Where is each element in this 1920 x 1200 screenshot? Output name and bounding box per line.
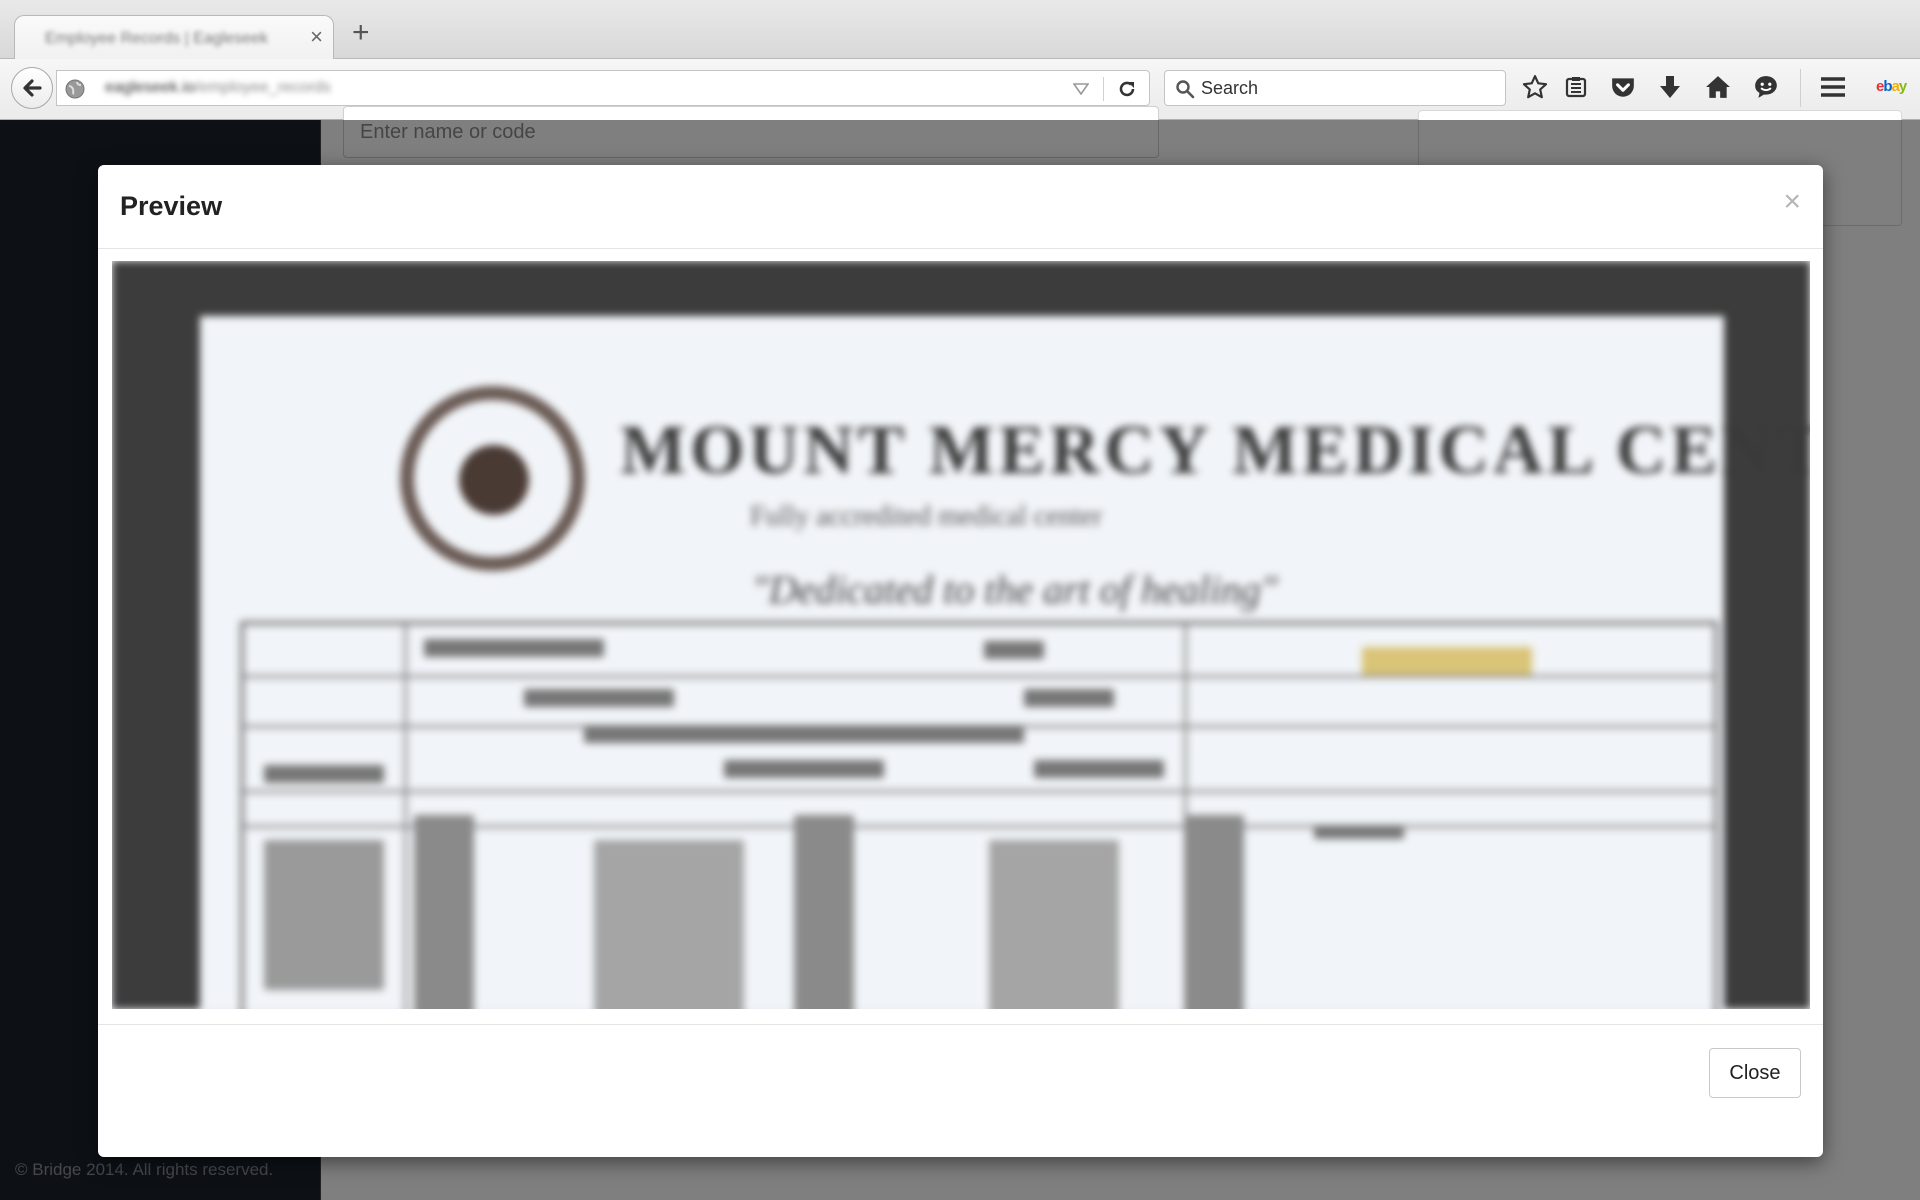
bookmark-star-icon[interactable]	[1519, 71, 1551, 103]
tab-close-icon[interactable]: ×	[310, 24, 323, 50]
viewer-toolbar	[112, 261, 1810, 316]
table-cell-text	[984, 641, 1044, 659]
address-bar[interactable]: eagleseek.io/employee_records	[56, 70, 1150, 106]
document-preview-image: MOUNT MERCY MEDICAL CENTER Fully accredi…	[112, 261, 1810, 1009]
browser-search-bar[interactable]	[1164, 70, 1506, 106]
certificate-table	[240, 621, 1718, 1009]
browser-tab-active[interactable]: Employee Records | Eagleseek ×	[14, 15, 334, 59]
certificate-motto: "Dedicated to the art of healing"	[752, 567, 1278, 612]
table-cell-text	[1314, 825, 1404, 839]
certificate-seal	[400, 386, 585, 571]
menu-icon[interactable]	[1817, 71, 1849, 103]
table-column-block	[1184, 815, 1244, 1009]
reading-list-icon[interactable]	[1560, 71, 1592, 103]
table-rule	[244, 790, 1714, 793]
tab-title: Employee Records | Eagleseek	[45, 30, 268, 47]
url-host: eagleseek.io	[105, 79, 195, 96]
certificate-heading: MOUNT MERCY MEDICAL CENTER	[620, 412, 1810, 489]
pocket-icon[interactable]	[1607, 71, 1639, 103]
dropdown-icon[interactable]	[1073, 83, 1089, 95]
document-preview-blurred: MOUNT MERCY MEDICAL CENTER Fully accredi…	[112, 261, 1810, 1009]
modal-header: Preview ×	[98, 165, 1823, 249]
table-cell-text	[1034, 760, 1164, 778]
table-highlight	[1362, 647, 1532, 675]
browser-search-input[interactable]	[1201, 76, 1491, 100]
table-cell-text	[584, 725, 1024, 743]
table-cell-text	[724, 760, 884, 778]
viewer-left-margin	[112, 261, 200, 1009]
close-button[interactable]: Close	[1709, 1048, 1801, 1098]
table-cell-text	[1024, 689, 1114, 707]
table-column-block	[794, 815, 854, 1009]
ebay-extension-logo[interactable]: ebay	[1876, 78, 1907, 95]
viewer-right-margin	[1724, 261, 1810, 1009]
new-tab-plus-icon[interactable]: +	[352, 18, 370, 48]
certificate-subheading: Fully accredited medical center	[750, 501, 1103, 532]
modal-close-icon[interactable]: ×	[1783, 187, 1801, 217]
table-column-block	[594, 840, 744, 1009]
address-separator	[1103, 77, 1104, 101]
table-rule	[404, 625, 407, 1009]
table-column-block	[989, 840, 1119, 1009]
table-cell-text	[264, 765, 384, 783]
home-icon[interactable]	[1702, 71, 1734, 103]
modal-body: MOUNT MERCY MEDICAL CENTER Fully accredi…	[112, 261, 1810, 1009]
browser-tab-strip: Employee Records | Eagleseek × +	[0, 0, 1920, 59]
modal-title: Preview	[120, 191, 223, 221]
table-column-block	[264, 840, 384, 990]
preview-modal: Preview × MOUNT MERCY MEDICAL CENTER Ful…	[98, 165, 1823, 1157]
certificate-page: MOUNT MERCY MEDICAL CENTER Fully accredi…	[200, 316, 1810, 1009]
reload-icon[interactable]	[1117, 79, 1137, 99]
modal-footer: Close	[98, 1024, 1823, 1158]
back-button[interactable]	[11, 67, 53, 109]
back-arrow-icon	[23, 79, 42, 97]
address-url: eagleseek.io/employee_records	[105, 79, 331, 97]
download-icon[interactable]	[1654, 71, 1686, 103]
toolbar-separator	[1800, 69, 1801, 107]
chat-icon[interactable]	[1750, 71, 1782, 103]
url-path: /employee_records	[194, 79, 331, 96]
globe-icon	[65, 79, 85, 99]
table-column-block	[414, 815, 474, 1009]
table-rule	[244, 675, 1714, 678]
table-cell-text	[524, 689, 674, 707]
table-cell-text	[424, 639, 604, 657]
search-icon	[1176, 80, 1195, 99]
